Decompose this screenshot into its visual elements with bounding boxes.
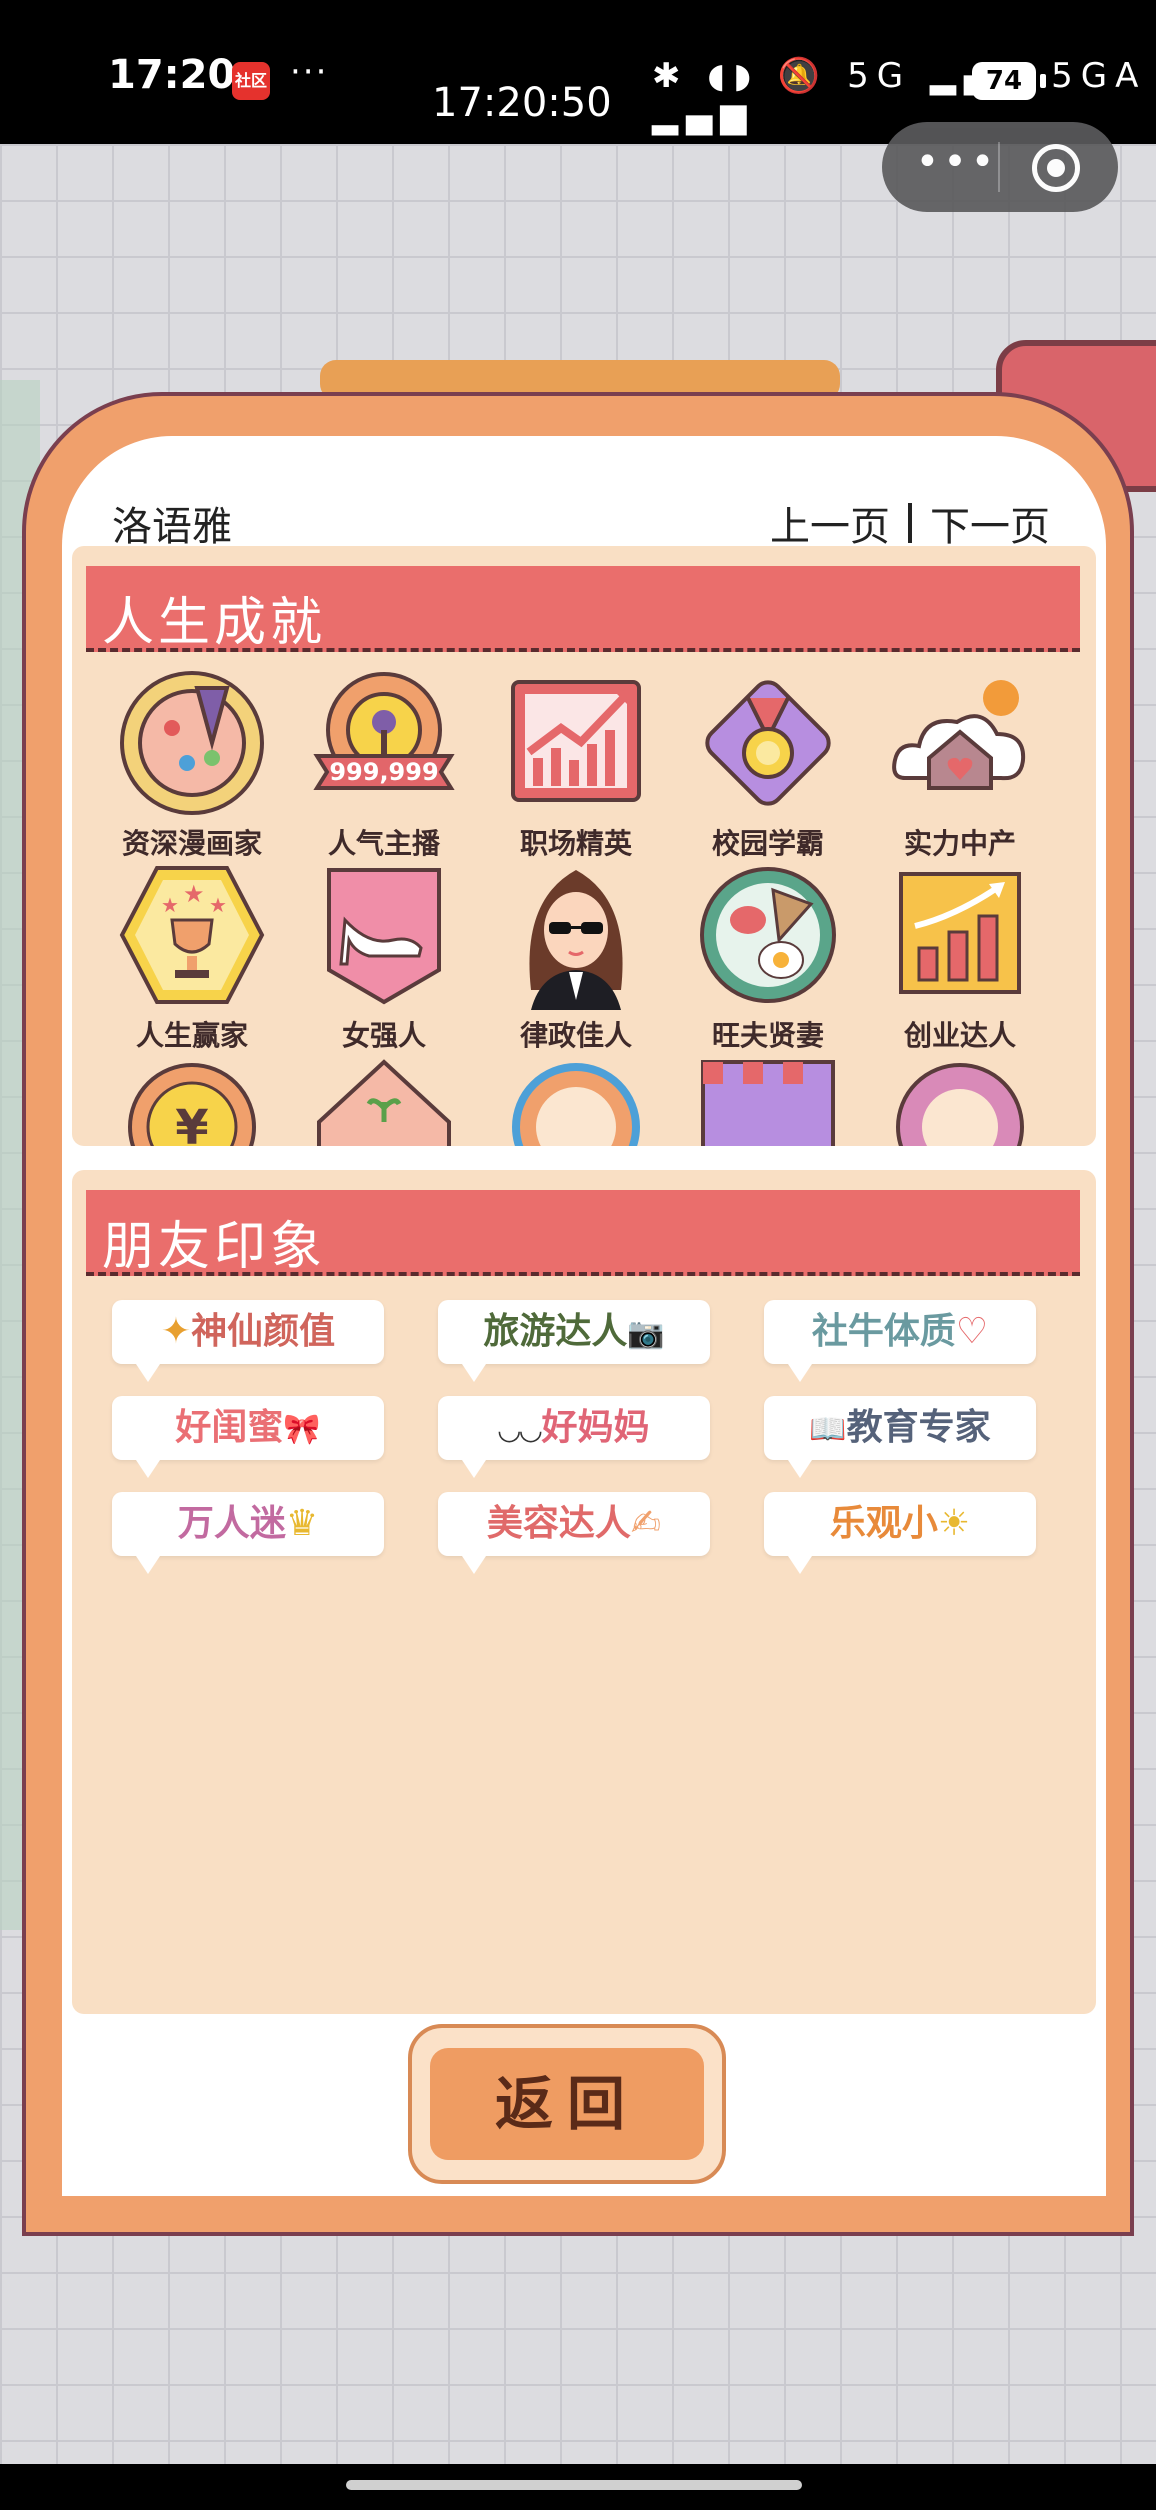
achievement-item[interactable]: ★ ★ ★ 人生赢家 [102, 860, 282, 1054]
profile-card-inner: 洛语雅 上一页 下一页 人生成就 资深漫画家 999,999 人气主播 职场精英… [62, 436, 1106, 2196]
achievements-title: 人生成就 [102, 593, 327, 653]
close-miniprogram-button[interactable] [1032, 144, 1080, 192]
achievement-label: 实力中产 [903, 827, 1016, 860]
impression-tag[interactable]: 美容达人✍ [438, 1492, 710, 1574]
achievement-item[interactable]: 999,999 人气主播 [294, 668, 474, 862]
battery-icon: 74 [972, 62, 1046, 100]
impression-tag[interactable]: ◡◡好妈妈 [438, 1396, 710, 1478]
impression-label: 美容达人 [486, 1503, 631, 1544]
achievement-item[interactable]: 律政佳人 [486, 860, 666, 1054]
pager: 上一页 下一页 [770, 494, 1050, 552]
capsule-divider [998, 142, 1000, 192]
return-button[interactable]: 返回 [430, 2048, 704, 2160]
svg-text:¥: ¥ [175, 1100, 208, 1146]
more-menu-button[interactable]: ••• [912, 142, 1002, 184]
impression-tag[interactable]: 旅游达人📷 [438, 1300, 710, 1382]
impression-label: 教育专家 [846, 1407, 991, 1448]
achievement-item-partial[interactable]: ¥ [102, 1052, 282, 1146]
svg-text:★: ★ [209, 893, 227, 917]
medal-icon [693, 668, 843, 818]
impression-label: 社牛体质 [811, 1311, 956, 1352]
smile-icon: ◡◡ [498, 1413, 542, 1446]
pager-divider [908, 503, 912, 543]
profile-card: 洛语雅 上一页 下一页 人生成就 资深漫画家 999,999 人气主播 职场精英… [22, 392, 1134, 2236]
more-notifications-icon: ··· [290, 52, 329, 92]
svg-text:★: ★ [161, 893, 179, 917]
microphone-icon: 999,999 [309, 668, 459, 818]
home-indicator[interactable] [346, 2480, 802, 2490]
impressions-title: 朋友印象 [102, 1217, 327, 1277]
yuan-coin-icon: ¥ [117, 1052, 267, 1146]
achievement-item-partial[interactable] [294, 1052, 474, 1146]
achievement-item[interactable]: 校园学霸 [678, 668, 858, 862]
impression-label: 乐观小 [829, 1503, 938, 1544]
growth-bars-icon [885, 860, 1035, 1010]
achievement-label: 校园学霸 [711, 827, 824, 860]
achievement-label: 旺夫贤妻 [711, 1019, 824, 1052]
impression-tag[interactable]: ✦神仙颜值 [112, 1300, 384, 1382]
open-book-icon: 📖 [809, 1412, 847, 1447]
miniprogram-capsule: ••• [882, 122, 1118, 212]
sparkle-icon: ✦ [160, 1311, 192, 1352]
achievement-item-partial[interactable] [486, 1052, 666, 1146]
svg-text:★: ★ [183, 880, 205, 908]
trophy-icon: ★ ★ ★ [117, 860, 267, 1010]
achievement-item[interactable]: 旺夫贤妻 [678, 860, 858, 1054]
next-page-link[interactable]: 下一页 [930, 494, 1050, 552]
achievements-panel[interactable]: 人生成就 资深漫画家 999,999 人气主播 职场精英 校园学霸 实力中产 ★… [72, 546, 1096, 1146]
impression-label: 万人迷 [177, 1503, 286, 1544]
impression-tag[interactable]: 乐观小☀ [764, 1492, 1036, 1574]
impression-label: 旅游达人 [483, 1311, 628, 1352]
achievement-item[interactable]: 实力中产 [870, 668, 1050, 862]
impression-label: 好妈妈 [541, 1407, 650, 1448]
impression-label: 神仙颜值 [191, 1311, 336, 1352]
achievement-item[interactable]: 资深漫画家 [102, 668, 282, 862]
achievement-label: 职场精英 [519, 827, 632, 860]
prev-page-link[interactable]: 上一页 [770, 494, 890, 552]
achievement-label: 人气主播 [327, 827, 440, 860]
achievement-label: 律政佳人 [519, 1019, 632, 1052]
clock-refresh-icon [501, 1052, 651, 1146]
owner-name: 洛语雅 [112, 504, 232, 550]
achievement-item[interactable]: 创业达人 [870, 860, 1050, 1054]
hand-icon: ✍ [630, 1503, 662, 1544]
achievements-banner: 人生成就 [86, 566, 1080, 653]
house-cloud-icon [885, 668, 1035, 818]
achievement-label: 人生赢家 [135, 1019, 248, 1052]
return-button-frame: 返回 [408, 2024, 726, 2184]
achievement-label: 创业达人 [903, 1019, 1016, 1052]
speech-heart-icon: ♡ [955, 1311, 989, 1352]
status-clock: 17:20:50 [432, 80, 612, 126]
impressions-panel: 朋友印象 ✦神仙颜值 旅游达人📷 社牛体质♡ 好闺蜜🎀 ◡◡好妈妈 📖教育专家 [72, 1170, 1096, 2014]
palette-icon [117, 668, 267, 818]
impression-tag[interactable]: 社牛体质♡ [764, 1300, 1036, 1382]
impressions-banner: 朋友印象 [86, 1190, 1080, 1277]
lawyer-woman-icon [501, 860, 651, 1010]
achievement-item-partial[interactable] [678, 1052, 858, 1146]
achievement-label: 资深漫画家 [121, 827, 262, 860]
seedling-house-icon [309, 1052, 459, 1146]
bow-icon: 🎀 [283, 1412, 321, 1447]
impression-tag[interactable]: 万人迷♛ [112, 1492, 384, 1574]
shop-awning-icon [693, 1052, 843, 1146]
achievement-label: 女强人 [341, 1019, 426, 1052]
camera-icon: 📷 [627, 1316, 665, 1351]
achievement-item-partial[interactable] [870, 1052, 1050, 1146]
impression-label: 好闺蜜 [175, 1407, 284, 1448]
sun-icon: ☀ [937, 1503, 971, 1544]
high-heel-icon [309, 860, 459, 1010]
viewer-count-badge: 999,999 [329, 758, 438, 786]
achievement-item[interactable]: 女强人 [294, 860, 474, 1054]
app-badge-icon: 社区 [232, 62, 270, 100]
rising-chart-icon [501, 668, 651, 818]
status-time: 17:20 [108, 52, 236, 98]
magnet-icon [885, 1052, 1035, 1146]
breakfast-plate-icon [693, 860, 843, 1010]
impression-tag[interactable]: 好闺蜜🎀 [112, 1396, 384, 1478]
achievement-item[interactable]: 职场精英 [486, 668, 666, 862]
impression-tag[interactable]: 📖教育专家 [764, 1396, 1036, 1478]
crown-icon: ♛ [285, 1503, 319, 1544]
